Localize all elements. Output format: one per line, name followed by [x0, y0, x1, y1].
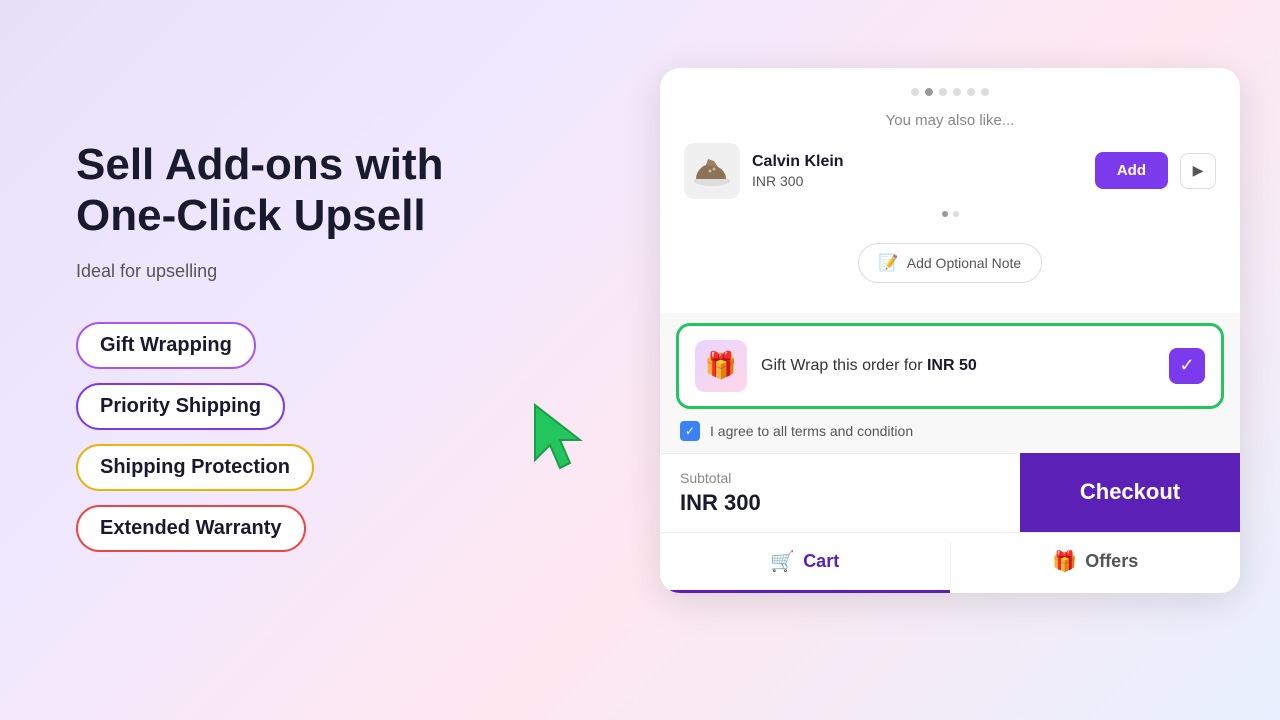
gift-wrap-icon: 🎁 [695, 340, 747, 392]
add-note-button[interactable]: 📝 Add Optional Note [858, 243, 1042, 283]
right-panel: You may also like... Calvin Klein INR 30… [620, 0, 1280, 720]
dot-5 [967, 88, 975, 96]
checkout-row: Subtotal INR 300 Checkout [660, 453, 1240, 532]
nav-offers-label: Offers [1085, 551, 1138, 572]
cart-icon: 🛒 [770, 549, 795, 574]
tag-warranty-label: Extended Warranty [100, 517, 282, 540]
product-row: Calvin Klein INR 300 Add ▶ [684, 143, 1216, 199]
cursor-arrow [530, 400, 590, 470]
offers-icon: 🎁 [1052, 549, 1077, 574]
dot-s-1 [942, 211, 948, 217]
product-info: Calvin Klein INR 300 [752, 153, 1083, 189]
product-chevron-button[interactable]: ▶ [1180, 153, 1216, 189]
subtotal-section: Subtotal INR 300 [660, 453, 1020, 532]
carousel-dots-top [684, 88, 1216, 96]
dot-2 [925, 88, 933, 96]
also-like-section: You may also like... Calvin Klein INR 30… [660, 68, 1240, 243]
tag-shipping-label: Shipping Protection [100, 456, 290, 479]
dot-s-2 [953, 211, 959, 217]
tag-shipping-protection[interactable]: Shipping Protection [76, 444, 314, 491]
nav-offers[interactable]: 🎁 Offers [951, 533, 1241, 593]
terms-checkbox[interactable]: ✓ [680, 421, 700, 441]
dot-6 [981, 88, 989, 96]
dot-3 [939, 88, 947, 96]
gift-wrap-text: Gift Wrap this order for INR 50 [761, 357, 1155, 375]
left-panel: Sell Add-ons with One-Click Upsell Ideal… [0, 0, 560, 720]
terms-row: ✓ I agree to all terms and condition [660, 409, 1240, 453]
dot-4 [953, 88, 961, 96]
product-price: INR 300 [752, 173, 1083, 189]
product-name: Calvin Klein [752, 153, 1083, 171]
tag-priority-label: Priority Shipping [100, 395, 261, 418]
subtotal-label: Subtotal [680, 470, 1000, 486]
tag-extended-warranty[interactable]: Extended Warranty [76, 505, 306, 552]
nav-cart-label: Cart [803, 551, 839, 572]
add-product-button[interactable]: Add [1095, 152, 1168, 189]
tag-list: Gift Wrapping Priority Shipping Shipping… [76, 322, 500, 552]
product-image [684, 143, 740, 199]
tag-gift-label: Gift Wrapping [100, 334, 232, 357]
subtotal-amount: INR 300 [680, 490, 1000, 516]
checkout-button[interactable]: Checkout [1020, 453, 1240, 532]
tag-gift-wrapping[interactable]: Gift Wrapping [76, 322, 256, 369]
note-btn-label: Add Optional Note [907, 255, 1021, 271]
also-like-title: You may also like... [684, 112, 1216, 129]
bottom-nav: 🛒 Cart 🎁 Offers [660, 532, 1240, 593]
nav-cart[interactable]: 🛒 Cart [660, 533, 950, 593]
gift-wrap-card[interactable]: 🎁 Gift Wrap this order for INR 50 ✓ [676, 323, 1224, 409]
terms-text: I agree to all terms and condition [710, 423, 913, 439]
phone-card: You may also like... Calvin Klein INR 30… [660, 68, 1240, 593]
gift-wrap-checkbox[interactable]: ✓ [1169, 348, 1205, 384]
dot-1 [911, 88, 919, 96]
note-icon: 📝 [879, 253, 899, 273]
carousel-dots-small [684, 211, 1216, 217]
page-headline: Sell Add-ons with One-Click Upsell [76, 140, 500, 241]
page-subtitle: Ideal for upselling [76, 261, 500, 282]
tag-priority-shipping[interactable]: Priority Shipping [76, 383, 285, 430]
